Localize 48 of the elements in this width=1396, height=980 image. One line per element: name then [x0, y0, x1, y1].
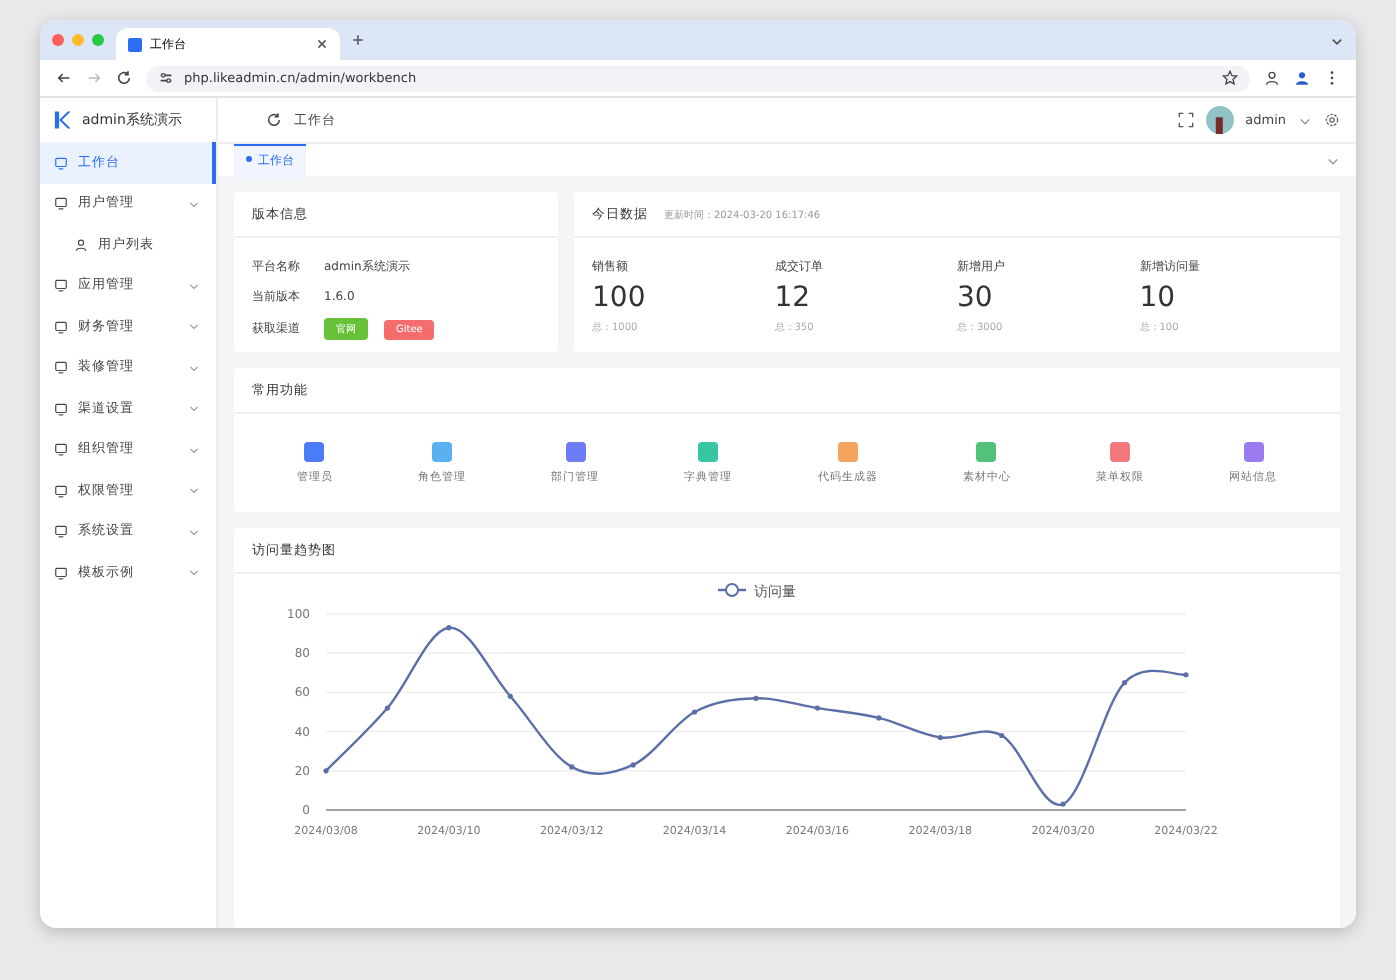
data-point: [876, 715, 882, 721]
chevron-icon: [1298, 113, 1312, 127]
stat-value: 12: [774, 282, 813, 314]
menu-icon: [54, 483, 68, 498]
menu-icon: [54, 319, 68, 334]
account-icon[interactable]: [1294, 70, 1310, 86]
data-point: [753, 695, 759, 701]
data-point: [1060, 801, 1066, 807]
user-icon: [74, 237, 88, 252]
data-point: [999, 732, 1005, 739]
star-icon[interactable]: [1222, 70, 1238, 86]
dot-icon: [246, 156, 252, 163]
chevron-icon[interactable]: [1326, 153, 1340, 167]
favicon-icon: [128, 37, 142, 51]
stat-value: 100: [592, 282, 648, 314]
data-point: [569, 764, 575, 770]
data-point: [691, 709, 698, 715]
menu-icon: [54, 565, 68, 580]
close-icon[interactable]: [316, 38, 328, 50]
fullscreen-icon[interactable]: [1177, 112, 1194, 128]
back-icon[interactable]: [56, 70, 72, 86]
avatar-icon[interactable]: [1205, 106, 1234, 134]
logo-icon: [52, 110, 72, 130]
data-point: [446, 625, 452, 631]
menu-icon: [54, 401, 68, 416]
data-point: [937, 734, 943, 741]
data-point: [507, 693, 513, 699]
data-point: [1121, 680, 1128, 686]
refresh-icon[interactable]: [266, 112, 282, 128]
stat-value: 30: [957, 282, 995, 314]
data-point: [384, 705, 391, 711]
menu-icon: [54, 196, 68, 211]
menu-icon: [54, 278, 68, 293]
menu-icon: [54, 524, 68, 539]
menu-icon: [54, 155, 68, 170]
dropdown-icon[interactable]: [1330, 33, 1344, 47]
data-point: [630, 762, 636, 768]
site-settings-icon: [158, 70, 174, 86]
data-point: [814, 705, 821, 711]
menu-icon: [54, 442, 68, 457]
data-point: [323, 768, 329, 774]
menu-icon: [54, 360, 68, 375]
reload-icon[interactable]: [116, 70, 132, 86]
profile-icon[interactable]: [1264, 70, 1280, 86]
new-tab-icon[interactable]: [352, 34, 364, 46]
stat-value: 10: [1139, 282, 1178, 314]
data-point: [1183, 672, 1189, 678]
settings-icon[interactable]: [1324, 112, 1340, 128]
